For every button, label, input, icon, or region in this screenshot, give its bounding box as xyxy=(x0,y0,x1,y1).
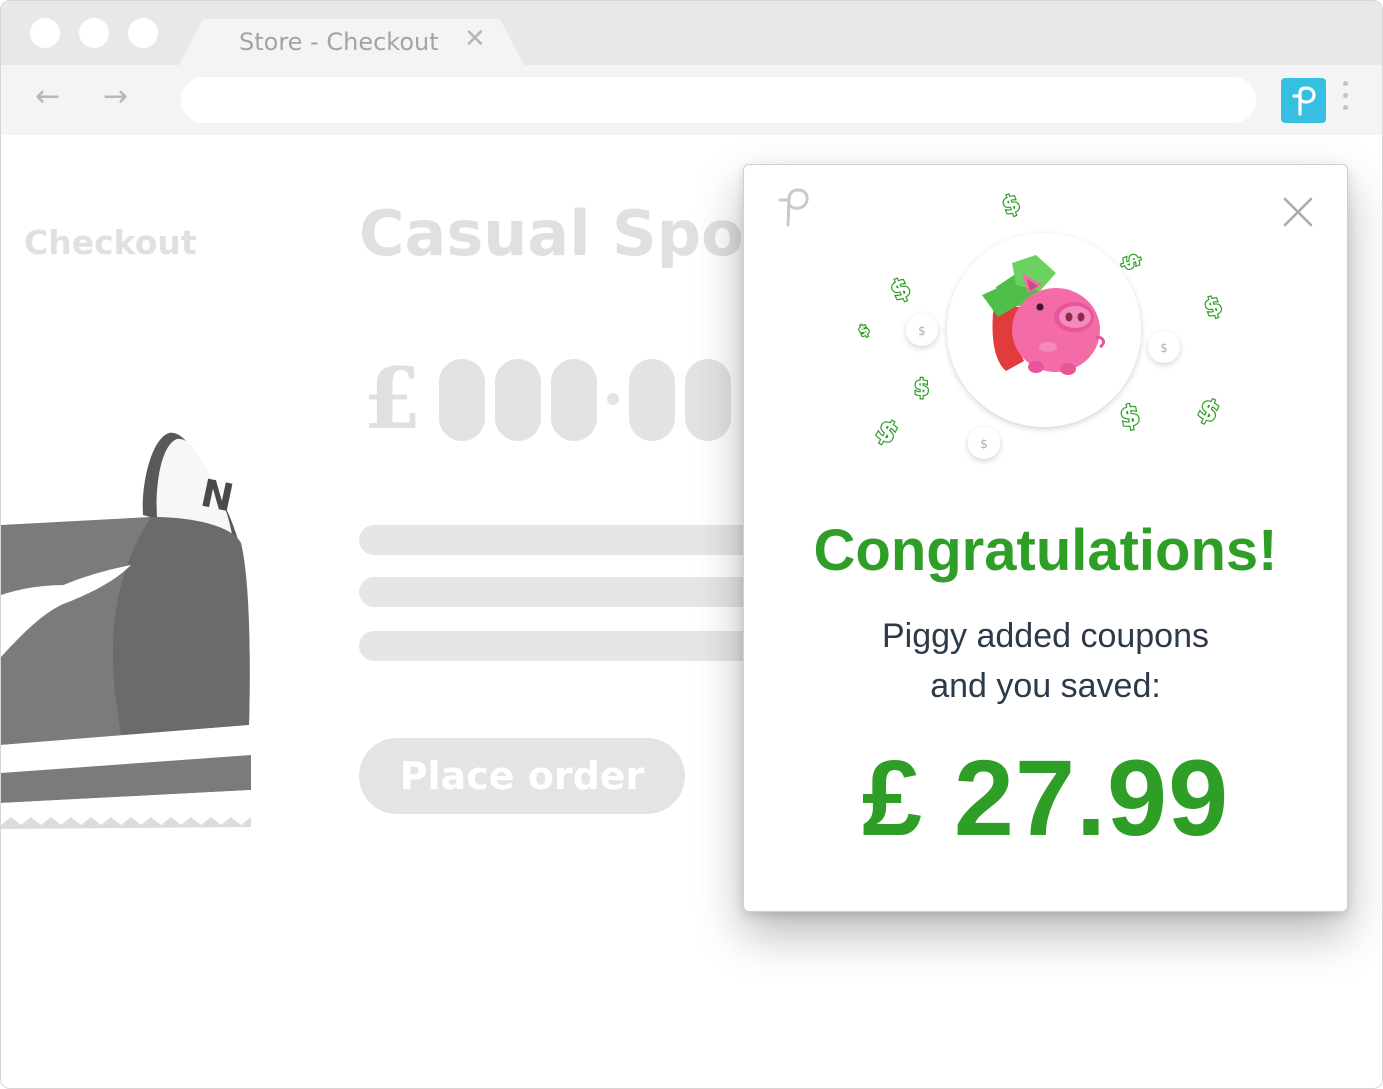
savings-popup: $ $ $ $ $ $ $ $ $ $ $ $ Congratulations!… xyxy=(743,164,1348,912)
browser-toolbar: ← → xyxy=(1,65,1382,135)
product-title: Casual Sport xyxy=(359,197,804,270)
svg-text:$: $ xyxy=(998,189,1023,221)
price-digit-placeholder xyxy=(495,359,541,441)
price-currency: £ xyxy=(363,349,422,448)
svg-text:$: $ xyxy=(914,376,929,401)
svg-text:$: $ xyxy=(1200,291,1225,323)
browser-window: Store - Checkout ✕ ← → Checkout Casual S… xyxy=(0,0,1383,1089)
back-arrow-icon[interactable]: ← xyxy=(35,79,60,114)
piggy-p-logo-icon xyxy=(1291,85,1316,116)
description-line-placeholder xyxy=(359,525,799,555)
savings-message-line-2: and you saved: xyxy=(930,667,1161,705)
price-digit-placeholder xyxy=(685,359,731,441)
window-close-dot[interactable] xyxy=(30,18,60,48)
window-minimize-dot[interactable] xyxy=(79,18,109,48)
description-line-placeholder xyxy=(359,631,799,661)
piggy-extension-button[interactable] xyxy=(1281,78,1326,123)
piggy-celebration-illustration: $ $ $ $ $ $ $ $ $ $ $ $ xyxy=(855,187,1227,459)
congratulations-heading: Congratulations! xyxy=(813,518,1278,583)
svg-text:$: $ xyxy=(1117,398,1142,434)
svg-text:$: $ xyxy=(1160,341,1168,355)
description-line-placeholder xyxy=(359,577,799,607)
place-order-button[interactable]: Place order xyxy=(359,738,685,814)
svg-text:$: $ xyxy=(856,322,872,341)
browser-menu-icon[interactable] xyxy=(1339,81,1351,121)
tab-title: Store - Checkout xyxy=(239,28,439,56)
svg-text:$: $ xyxy=(1193,391,1225,429)
browser-titlebar: Store - Checkout ✕ xyxy=(1,1,1382,65)
svg-text:$: $ xyxy=(918,324,926,338)
tab-close-icon[interactable]: ✕ xyxy=(464,24,486,54)
savings-message-line-1: Piggy added coupons xyxy=(881,617,1210,655)
price-decimal-dot xyxy=(607,393,619,405)
sneaker-product-image: N xyxy=(1,432,251,829)
window-maximize-dot[interactable] xyxy=(128,18,158,48)
address-bar[interactable] xyxy=(181,77,1256,123)
price-digit-placeholder xyxy=(439,359,485,441)
savings-amount: £ 27.99 xyxy=(861,737,1230,858)
svg-text:$: $ xyxy=(1116,251,1145,274)
svg-text:$: $ xyxy=(871,412,904,450)
price-digit-placeholder xyxy=(551,359,597,441)
forward-arrow-icon[interactable]: → xyxy=(103,79,128,114)
checkout-heading: Checkout xyxy=(24,223,197,262)
browser-tab[interactable]: Store - Checkout ✕ xyxy=(179,19,524,65)
svg-text:$: $ xyxy=(980,437,988,451)
svg-text:$: $ xyxy=(886,273,915,308)
price-digit-placeholder xyxy=(629,359,675,441)
